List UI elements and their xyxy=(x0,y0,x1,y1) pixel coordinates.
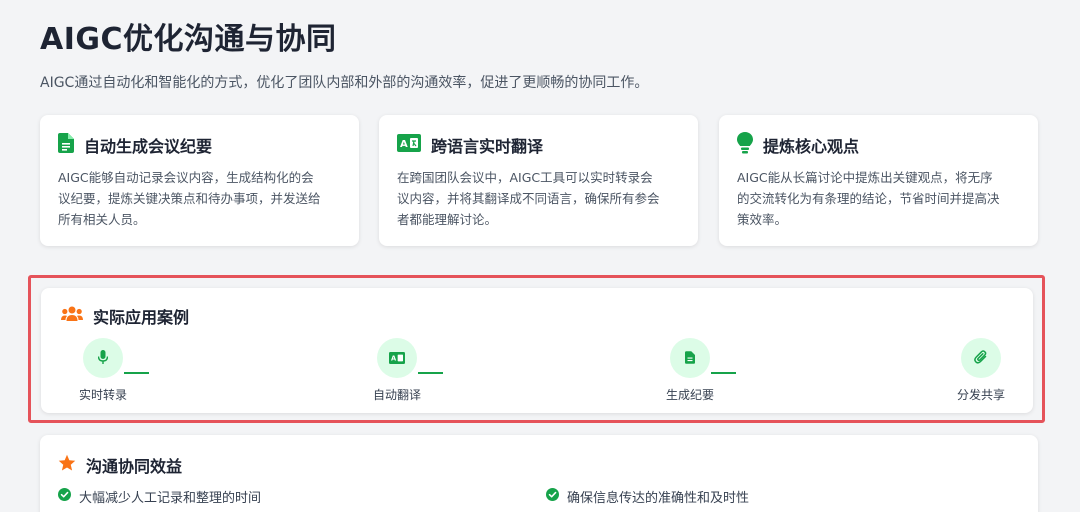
case-step-transcribe: 实时转录 xyxy=(58,338,148,403)
card-body: AIGC能从长篇讨论中提炼出关键观点，将无序 的交流转化为有条理的结论，节省时间… xyxy=(737,167,1020,230)
step-label: 生成纪要 xyxy=(665,388,714,402)
card-title: 跨语言实时翻译 xyxy=(431,137,544,156)
step-circle xyxy=(961,338,1001,378)
translate-icon: A xyxy=(397,134,421,156)
benefit-item: 大幅减少人工记录和整理的时间 xyxy=(58,487,261,506)
star-icon xyxy=(58,454,76,476)
step-label: 实时转录 xyxy=(78,388,127,402)
case-step-share: 分发共享 xyxy=(936,338,1026,403)
card-body-line: 策效率。 xyxy=(737,212,788,227)
page-title: AIGC优化沟通与协同 xyxy=(40,22,337,57)
lightbulb-icon xyxy=(737,132,753,158)
cases-section: 实际应用案例 实时转录 A 自动翻译 生成纪要 分发共享 xyxy=(41,288,1033,413)
check-circle-icon xyxy=(546,488,559,505)
svg-text:A: A xyxy=(400,139,408,150)
benefit-item: 确保信息传达的准确性和及时性 xyxy=(546,487,749,506)
step-circle xyxy=(670,338,710,378)
benefit-text: 确保信息传达的准确性和及时性 xyxy=(567,491,750,506)
case-step-minutes: 生成纪要 xyxy=(645,338,735,403)
step-label: 自动翻译 xyxy=(372,388,421,402)
svg-text:A: A xyxy=(391,354,397,362)
paperclip-icon xyxy=(974,349,988,368)
step-connector xyxy=(711,372,736,374)
card-body-line: AIGC能从长篇讨论中提炼出关键观点，将无序 xyxy=(737,170,993,185)
check-circle-icon xyxy=(58,488,71,505)
feature-card-minutes: 自动生成会议纪要 AIGC能够自动记录会议内容，生成结构化的会 议纪要，提炼关键… xyxy=(40,115,359,246)
card-body-line: 的交流转化为有条理的结论，节省时间并提高决 xyxy=(737,191,1000,206)
page-subtitle: AIGC通过自动化和智能化的方式，优化了团队内部和外部的沟通效率，促进了更顺畅的… xyxy=(40,75,649,91)
cases-title: 实际应用案例 xyxy=(93,308,190,327)
card-body-line: 在跨国团队会议中，AIGC工具可以实时转录会 xyxy=(397,170,653,185)
case-step-translate: A 自动翻译 xyxy=(352,338,442,403)
page: AIGC优化沟通与协同 AIGC通过自动化和智能化的方式，优化了团队内部和外部的… xyxy=(0,0,1080,512)
card-body-line: 者都能理解讨论。 xyxy=(397,212,498,227)
microphone-icon xyxy=(97,349,109,368)
cases-highlight-frame: 实际应用案例 实时转录 A 自动翻译 生成纪要 分发共享 xyxy=(28,275,1045,423)
card-body-line: AIGC能够自动记录会议内容，生成结构化的会 xyxy=(58,170,314,185)
feature-card-insights: 提炼核心观点 AIGC能从长篇讨论中提炼出关键观点，将无序 的交流转化为有条理的… xyxy=(719,115,1038,246)
document-icon xyxy=(58,133,74,157)
benefit-text: 大幅减少人工记录和整理的时间 xyxy=(79,491,262,506)
card-body: 在跨国团队会议中，AIGC工具可以实时转录会 议内容，并将其翻译成不同语言，确保… xyxy=(397,167,680,230)
feature-cards: 自动生成会议纪要 AIGC能够自动记录会议内容，生成结构化的会 议纪要，提炼关键… xyxy=(40,115,1038,246)
users-icon xyxy=(61,306,83,326)
card-body-line: 所有相关人员。 xyxy=(58,212,146,227)
benefits-section: 沟通协同效益 大幅减少人工记录和整理的时间 确保信息传达的准确性和及时性 xyxy=(40,435,1038,512)
step-circle xyxy=(83,338,123,378)
document-icon xyxy=(685,349,695,368)
step-label: 分发共享 xyxy=(956,388,1005,402)
step-connector xyxy=(418,372,443,374)
card-title: 提炼核心观点 xyxy=(763,137,860,156)
feature-card-translation: A 跨语言实时翻译 在跨国团队会议中，AIGC工具可以实时转录会 议内容，并将其… xyxy=(379,115,698,246)
translate-icon: A xyxy=(389,349,405,368)
card-title: 自动生成会议纪要 xyxy=(84,137,213,156)
step-connector xyxy=(124,372,149,374)
card-body: AIGC能够自动记录会议内容，生成结构化的会 议纪要，提炼关键决策点和待办事项，… xyxy=(58,167,341,230)
card-body-line: 议内容，并将其翻译成不同语言，确保所有参会 xyxy=(397,191,660,206)
step-circle: A xyxy=(377,338,417,378)
card-body-line: 议纪要，提炼关键决策点和待办事项，并发送给 xyxy=(58,191,321,206)
benefits-title: 沟通协同效益 xyxy=(86,457,183,476)
